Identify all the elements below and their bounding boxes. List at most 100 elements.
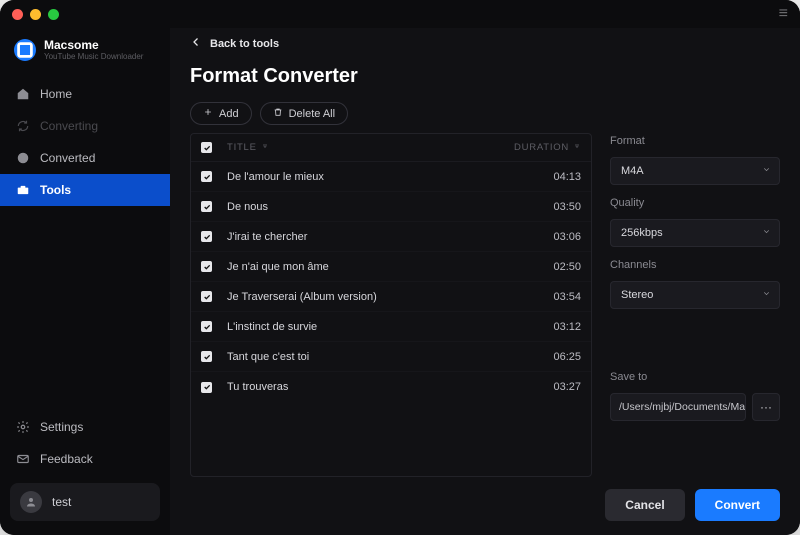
converting-icon (16, 119, 30, 133)
sidebar-item-converted[interactable]: Converted (0, 142, 170, 174)
track-title: De l'amour le mieux (227, 171, 501, 183)
table-row[interactable]: L'instinct de survie03:12 (191, 312, 591, 342)
track-duration: 03:06 (501, 231, 581, 243)
row-checkbox[interactable] (201, 261, 212, 272)
table-row[interactable]: De l'amour le mieux04:13 (191, 162, 591, 192)
track-duration: 04:13 (501, 171, 581, 183)
plus-icon (203, 107, 213, 120)
mail-icon (16, 452, 30, 466)
track-title: Tant que c'est toi (227, 351, 501, 363)
maximize-window-button[interactable] (48, 9, 59, 20)
close-window-button[interactable] (12, 9, 23, 20)
column-title-label: TITLE (227, 142, 257, 153)
gear-icon (16, 420, 30, 434)
track-title: Tu trouveras (227, 381, 501, 393)
table-row[interactable]: Tu trouveras03:27 (191, 372, 591, 402)
ellipsis-icon: ··· (760, 400, 772, 414)
table-body: De l'amour le mieux04:13De nous03:50J'ir… (191, 162, 591, 402)
home-icon (16, 87, 30, 101)
quality-select[interactable]: 256kbps (610, 219, 780, 247)
row-checkbox[interactable] (201, 291, 212, 302)
page-title: Format Converter (190, 65, 780, 88)
back-arrow-icon (190, 36, 202, 51)
table-row[interactable]: J'irai te chercher03:06 (191, 222, 591, 252)
channels-select[interactable]: Stereo (610, 281, 780, 309)
track-duration: 03:12 (501, 321, 581, 333)
sidebar-item-label: Settings (40, 420, 83, 434)
track-title: J'irai te chercher (227, 231, 501, 243)
table-row[interactable]: De nous03:50 (191, 192, 591, 222)
sidebar-item-feedback[interactable]: Feedback (0, 443, 170, 475)
toolbar: Add Delete All (190, 102, 780, 125)
format-label: Format (610, 135, 780, 147)
brand-name: Macsome (44, 38, 143, 52)
sidebar-item-label: Tools (40, 183, 71, 197)
tools-icon (16, 183, 30, 197)
column-duration[interactable]: DURATION (501, 142, 581, 153)
sidebar-item-settings[interactable]: Settings (0, 411, 170, 443)
row-checkbox[interactable] (201, 382, 212, 393)
format-select[interactable]: M4A (610, 157, 780, 185)
add-button[interactable]: Add (190, 102, 252, 125)
track-duration: 03:50 (501, 201, 581, 213)
browse-button[interactable]: ··· (752, 393, 780, 421)
quality-value: 256kbps (621, 227, 663, 239)
sidebar-item-tools[interactable]: Tools (0, 174, 170, 206)
chevron-down-icon (762, 227, 771, 239)
footer-actions: Cancel Convert (190, 489, 780, 521)
sidebar-item-label: Converting (40, 119, 98, 133)
quality-label: Quality (610, 197, 780, 209)
sort-icon (261, 142, 269, 153)
track-title: Je Traverserai (Album version) (227, 291, 501, 303)
select-all-checkbox[interactable] (201, 142, 212, 153)
row-checkbox[interactable] (201, 321, 212, 332)
user-name: test (52, 495, 71, 509)
back-to-tools-link[interactable]: Back to tools (190, 32, 780, 65)
sidebar-item-converting[interactable]: Converting (0, 110, 170, 142)
sort-icon (573, 142, 581, 153)
delete-all-button[interactable]: Delete All (260, 102, 348, 125)
table-row[interactable]: Tant que c'est toi06:25 (191, 342, 591, 372)
saveto-path-input[interactable]: /Users/mjbj/Documents/Ma (610, 393, 746, 421)
menu-icon[interactable]: ≡ (779, 6, 788, 22)
delete-all-button-label: Delete All (289, 108, 335, 120)
row-checkbox[interactable] (201, 171, 212, 182)
row-checkbox[interactable] (201, 201, 212, 212)
user-pill[interactable]: test (10, 483, 160, 521)
converted-icon (16, 151, 30, 165)
trash-icon (273, 107, 283, 120)
table-row[interactable]: Je Traverserai (Album version)03:54 (191, 282, 591, 312)
track-duration: 06:25 (501, 351, 581, 363)
track-title: L'instinct de survie (227, 321, 501, 333)
sidebar-nav: Home Converting Converted Tools (0, 78, 170, 206)
brand-logo-icon (14, 39, 36, 61)
row-checkbox[interactable] (201, 351, 212, 362)
track-title: De nous (227, 201, 501, 213)
convert-button[interactable]: Convert (695, 489, 780, 521)
track-title: Je n'ai que mon âme (227, 261, 501, 273)
settings-panel: Format M4A Quality 256kbps Channels Ster… (610, 133, 780, 477)
chevron-down-icon (762, 165, 771, 177)
table-row[interactable]: Je n'ai que mon âme02:50 (191, 252, 591, 282)
titlebar: ≡ (0, 0, 800, 28)
sidebar: Macsome YouTube Music Downloader Home Co… (0, 28, 170, 535)
saveto-value: /Users/mjbj/Documents/Ma (619, 401, 745, 413)
minimize-window-button[interactable] (30, 9, 41, 20)
cancel-button[interactable]: Cancel (605, 489, 684, 521)
main-content: Back to tools Format Converter Add Delet… (170, 28, 800, 535)
sidebar-item-home[interactable]: Home (0, 78, 170, 110)
brand-subtitle: YouTube Music Downloader (44, 52, 143, 62)
column-title[interactable]: TITLE (227, 142, 501, 153)
window-controls (12, 9, 59, 20)
saveto-label: Save to (610, 371, 780, 383)
format-value: M4A (621, 165, 644, 177)
track-duration: 03:54 (501, 291, 581, 303)
table-header: TITLE DURATION (191, 134, 591, 162)
column-duration-label: DURATION (514, 142, 569, 153)
sidebar-item-label: Home (40, 87, 72, 101)
brand: Macsome YouTube Music Downloader (0, 34, 170, 78)
row-checkbox[interactable] (201, 231, 212, 242)
channels-value: Stereo (621, 289, 653, 301)
channels-label: Channels (610, 259, 780, 271)
track-duration: 03:27 (501, 381, 581, 393)
